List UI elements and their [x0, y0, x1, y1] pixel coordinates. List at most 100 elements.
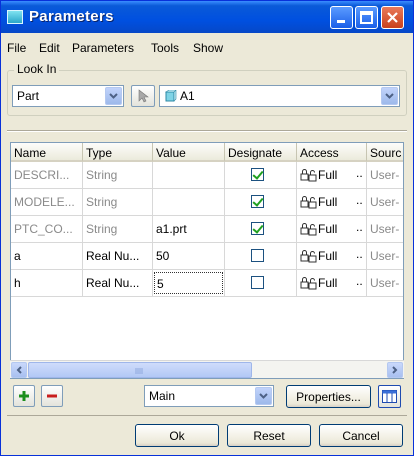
menu-edit[interactable]: Edit — [39, 41, 60, 55]
ok-button[interactable]: Ok — [135, 424, 219, 447]
menu-tools[interactable]: Tools — [151, 41, 179, 55]
maximize-icon — [360, 11, 373, 24]
scroll-right-button[interactable] — [387, 362, 403, 378]
access-value: Full — [318, 249, 338, 263]
table-row[interactable]: DESCRI... String Full .. User- — [11, 162, 403, 189]
table-columns-button[interactable] — [378, 385, 401, 408]
pointer-arrow-icon — [138, 89, 149, 103]
column-header-designate[interactable]: Designate — [225, 143, 297, 162]
cell-name[interactable]: PTC_CO... — [11, 216, 83, 243]
column-header-source[interactable]: Sourc — [367, 143, 403, 162]
cell-type[interactable]: String — [83, 162, 153, 189]
cell-access[interactable]: Full .. — [297, 189, 367, 216]
cell-value[interactable]: 50 — [153, 243, 225, 270]
chevron-down-icon — [105, 87, 122, 105]
column-header-name[interactable]: Name — [11, 143, 83, 162]
chevron-down-icon — [255, 387, 272, 405]
cell-source[interactable]: User- — [367, 216, 403, 243]
object-select[interactable]: A1 — [159, 85, 400, 107]
minimize-icon — [337, 20, 345, 23]
select-pointer-button[interactable] — [131, 85, 155, 107]
designate-checkbox[interactable] — [251, 168, 264, 181]
menu-file[interactable]: File — [7, 41, 26, 55]
cell-value[interactable] — [153, 162, 225, 189]
close-button[interactable] — [381, 6, 404, 29]
menu-parameters[interactable]: Parameters — [72, 41, 134, 55]
cell-value[interactable] — [153, 189, 225, 216]
ellipsis-marker: .. — [356, 220, 363, 234]
cell-name[interactable]: h — [11, 270, 83, 297]
window-title: Parameters — [29, 8, 114, 25]
reset-button[interactable]: Reset — [227, 424, 311, 447]
designate-checkbox[interactable] — [251, 195, 264, 208]
minus-icon — [47, 394, 57, 398]
parameters-table: Name Type Value Designate Access Sourc D… — [10, 142, 404, 379]
object-type-value: Part — [17, 89, 40, 103]
chevron-right-icon — [392, 366, 398, 374]
minimize-button[interactable] — [330, 6, 353, 29]
cell-source[interactable]: User- — [367, 162, 403, 189]
cell-access[interactable]: Full .. — [297, 270, 367, 297]
table-row[interactable]: h Real Nu... 5 Full .. User- — [11, 270, 403, 297]
cell-access[interactable]: Full .. — [297, 162, 367, 189]
cell-access[interactable]: Full .. — [297, 216, 367, 243]
cell-type[interactable]: Real Nu... — [83, 270, 153, 297]
designate-checkbox[interactable] — [251, 249, 264, 262]
cell-source[interactable]: User- — [367, 189, 403, 216]
menu-show[interactable]: Show — [193, 41, 223, 55]
cell-name[interactable]: a — [11, 243, 83, 270]
add-parameter-button[interactable] — [13, 385, 35, 407]
cell-name[interactable]: MODELE... — [11, 189, 83, 216]
remove-parameter-button[interactable] — [41, 385, 63, 407]
ellipsis-marker: .. — [356, 274, 363, 288]
designate-checkbox[interactable] — [251, 276, 264, 289]
object-type-select[interactable]: Part — [12, 85, 124, 107]
scroll-thumb[interactable] — [28, 362, 252, 378]
cell-type[interactable]: String — [83, 216, 153, 243]
column-header-type[interactable]: Type — [83, 143, 153, 162]
lock-icon — [300, 169, 317, 182]
horizontal-scrollbar[interactable] — [10, 360, 404, 378]
cell-name[interactable]: DESCRI... — [11, 162, 83, 189]
cell-designate — [225, 270, 297, 297]
separator-highlight — [7, 131, 407, 132]
grip-icon — [135, 368, 143, 374]
column-header-access[interactable]: Access — [297, 143, 367, 162]
cell-designate — [225, 189, 297, 216]
access-value: Full — [318, 168, 338, 182]
access-value: Full — [318, 222, 338, 236]
ellipsis-marker: .. — [356, 247, 363, 261]
properties-button[interactable]: Properties... — [286, 385, 371, 408]
ellipsis-marker: .. — [356, 193, 363, 207]
scroll-left-button[interactable] — [11, 362, 27, 378]
cell-source[interactable]: User- — [367, 270, 403, 297]
designate-checkbox[interactable] — [251, 222, 264, 235]
look-in-label: Look In — [14, 62, 60, 76]
chevron-left-icon — [16, 366, 22, 374]
cell-source[interactable]: User- — [367, 243, 403, 270]
cell-value[interactable]: 5 — [153, 270, 225, 297]
lock-icon — [300, 277, 317, 290]
cell-designate — [225, 216, 297, 243]
cell-value[interactable]: a1.prt — [153, 216, 225, 243]
cancel-button[interactable]: Cancel — [319, 424, 403, 447]
menu-bar: File Edit Parameters Tools Show — [1, 37, 413, 57]
maximize-button[interactable] — [355, 6, 378, 29]
close-icon — [387, 12, 398, 23]
title-bar[interactable]: Parameters — [1, 1, 413, 33]
value-edit-field[interactable]: 5 — [154, 272, 223, 294]
filter-value: Main — [149, 389, 176, 403]
cell-type[interactable]: Real Nu... — [83, 243, 153, 270]
access-value: Full — [318, 276, 338, 290]
cell-access[interactable]: Full .. — [297, 243, 367, 270]
lock-icon — [300, 250, 317, 263]
table-row[interactable]: MODELE... String Full .. User- — [11, 189, 403, 216]
cell-designate — [225, 243, 297, 270]
table-row[interactable]: PTC_CO... String a1.prt Full .. User- — [11, 216, 403, 243]
chevron-down-icon — [381, 87, 398, 105]
column-header-value[interactable]: Value — [153, 143, 225, 162]
cell-type[interactable]: String — [83, 189, 153, 216]
table-row[interactable]: a Real Nu... 50 Full .. User- — [11, 243, 403, 270]
app-icon — [7, 10, 23, 24]
filter-select[interactable]: Main — [144, 385, 274, 407]
